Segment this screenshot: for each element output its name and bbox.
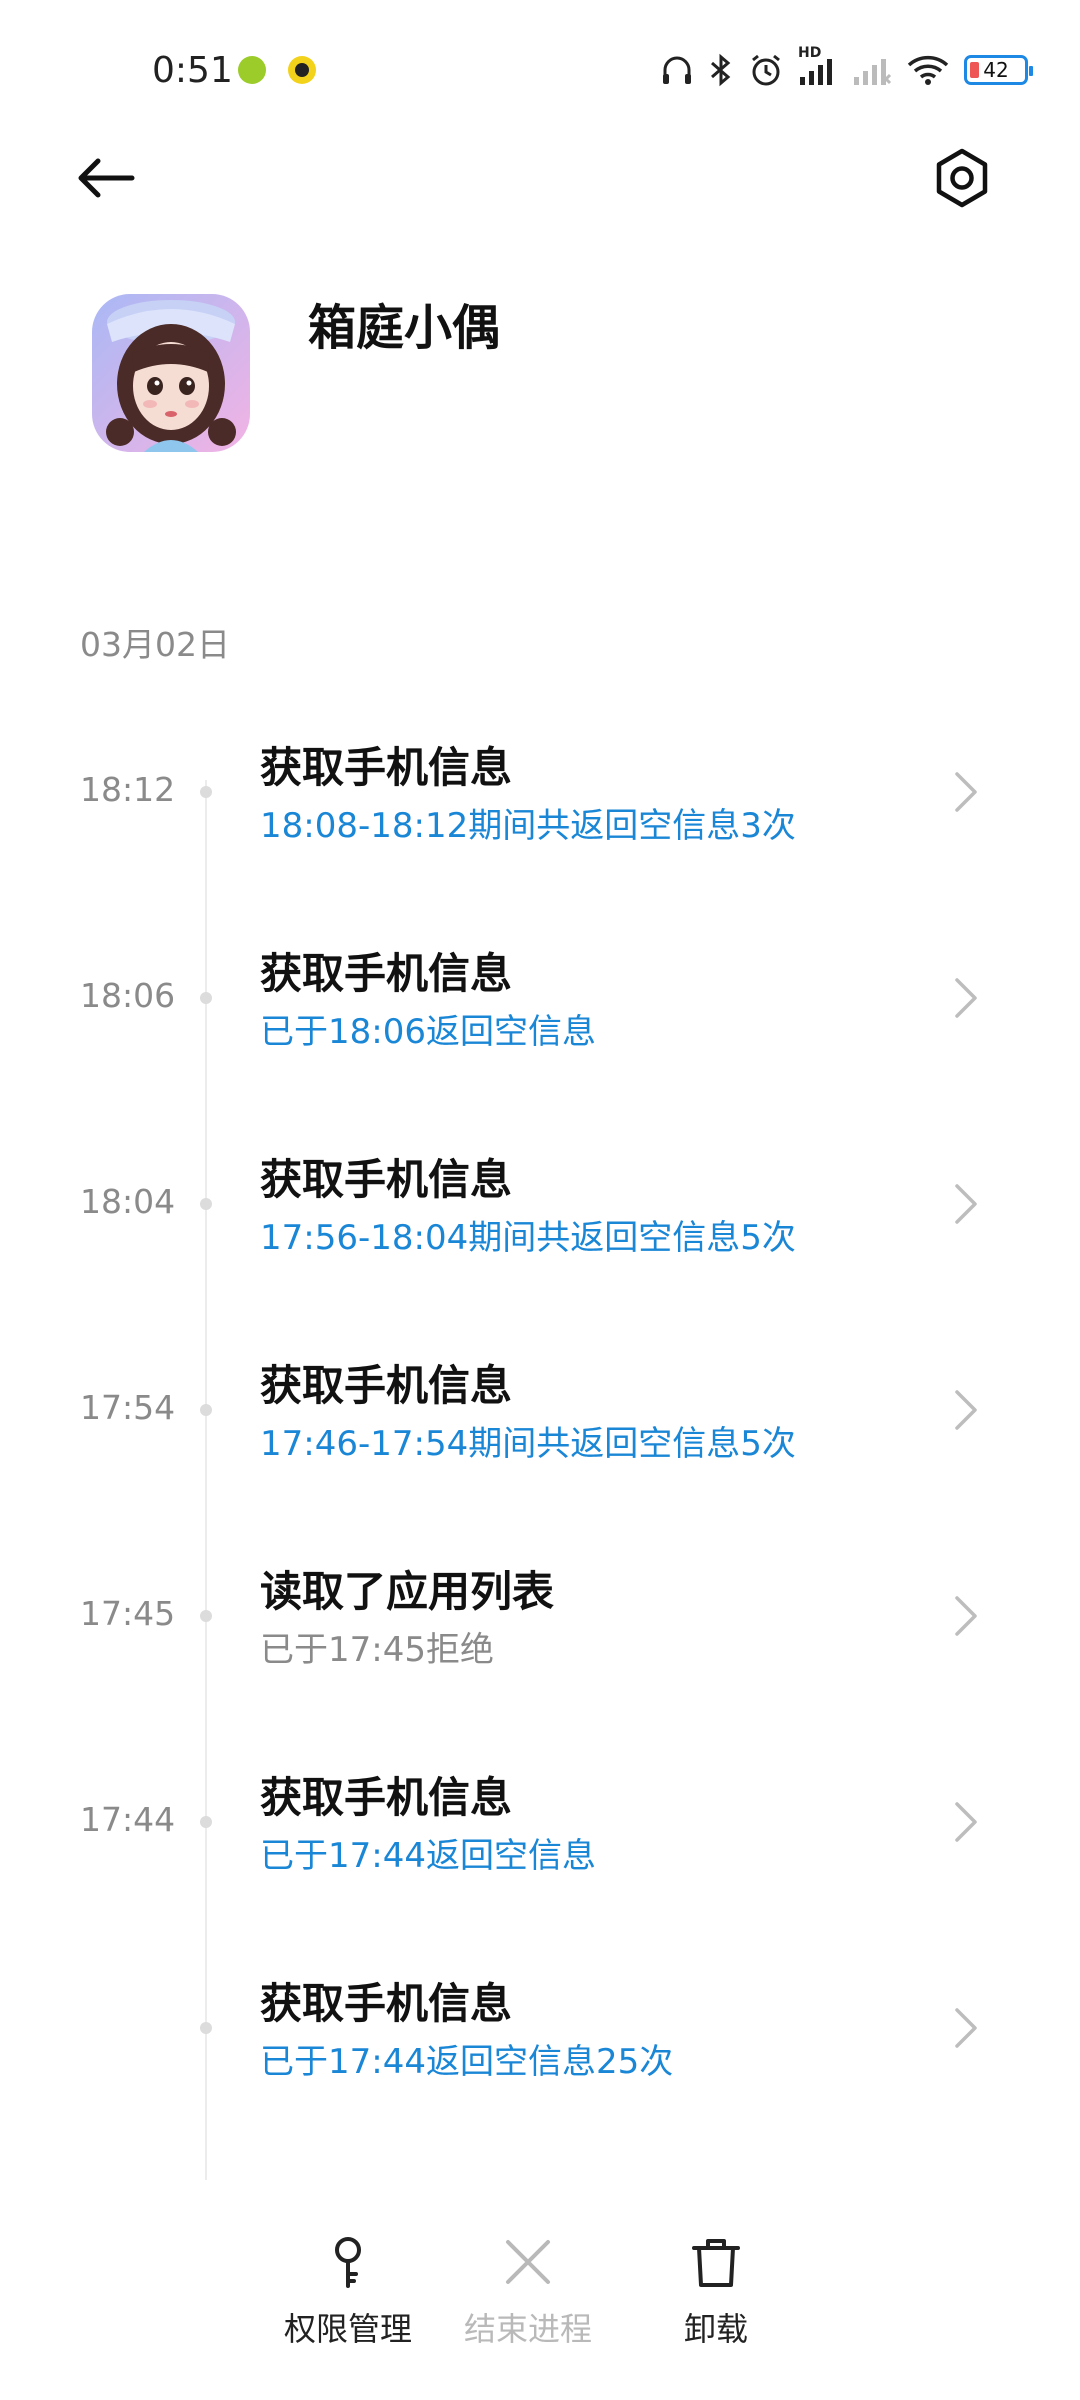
chevron-right-icon bbox=[955, 978, 977, 1018]
timeline-dot bbox=[200, 1610, 212, 1622]
chevron-right-icon bbox=[955, 772, 977, 812]
record-detail: 已于17:45拒绝 bbox=[260, 1630, 494, 1670]
uninstall-label: 卸载 bbox=[683, 2310, 748, 2348]
chevron-right-icon bbox=[955, 1390, 977, 1430]
notification-app-icon bbox=[238, 56, 266, 84]
record-title: 读取了应用列表 bbox=[260, 1567, 555, 1616]
record-time: 18:04 bbox=[80, 1182, 176, 1221]
record-time: 17:44 bbox=[80, 1800, 176, 1839]
hexagon-settings-icon bbox=[936, 148, 988, 208]
record-time: 18:06 bbox=[80, 976, 176, 1015]
hd-label: HD bbox=[798, 45, 822, 61]
record-detail: 已于17:44返回空信息 bbox=[260, 1836, 596, 1876]
end-process-label: 结束进程 bbox=[463, 2310, 592, 2348]
wifi-icon bbox=[906, 53, 950, 87]
list-item[interactable]: 17:44 获取手机信息 已于17:44返回空信息 bbox=[0, 1724, 1080, 1930]
record-title: 获取手机信息 bbox=[260, 1773, 513, 1822]
back-button[interactable] bbox=[76, 146, 140, 210]
permissions-label: 权限管理 bbox=[283, 2310, 412, 2348]
signal-hd-icon: HD bbox=[798, 45, 838, 87]
list-item[interactable]: 获取手机信息 已于17:44返回空信息25次 bbox=[0, 1930, 1080, 2136]
uninstall-button[interactable]: 卸载 bbox=[626, 2234, 806, 2384]
chevron-right-icon bbox=[955, 1596, 977, 1636]
record-time: 17:54 bbox=[80, 1388, 176, 1427]
notification-app-icon bbox=[288, 56, 316, 84]
arrow-left-icon bbox=[78, 158, 135, 198]
timeline-dot bbox=[200, 1816, 212, 1828]
timeline-dot bbox=[200, 2022, 212, 2034]
timeline-dot bbox=[200, 1404, 212, 1416]
close-icon bbox=[506, 2240, 550, 2284]
list-item[interactable]: 18:04 获取手机信息 17:56-18:04期间共返回空信息5次 bbox=[0, 1106, 1080, 1312]
battery-icon: 42 bbox=[964, 55, 1033, 85]
list-item[interactable]: 17:54 获取手机信息 17:46-17:54期间共返回空信息5次 bbox=[0, 1312, 1080, 1518]
status-bar: 0:51 HD 42 bbox=[0, 0, 1080, 140]
settings-button[interactable] bbox=[930, 146, 994, 210]
battery-level: 42 bbox=[983, 58, 1009, 82]
timeline-dot bbox=[200, 992, 212, 1004]
record-title: 获取手机信息 bbox=[260, 949, 513, 998]
app-name: 箱庭小偶 bbox=[308, 300, 501, 356]
record-title: 获取手机信息 bbox=[260, 1361, 513, 1410]
status-time: 0:51 bbox=[152, 50, 233, 91]
permissions-button[interactable]: 权限管理 bbox=[258, 2234, 438, 2384]
chevron-right-icon bbox=[955, 1802, 977, 1842]
timeline-dot bbox=[200, 1198, 212, 1210]
end-process-button[interactable]: 结束进程 bbox=[438, 2234, 618, 2384]
list-item[interactable]: 18:12 获取手机信息 18:08-18:12期间共返回空信息3次 bbox=[0, 694, 1080, 900]
bluetooth-icon bbox=[708, 53, 734, 87]
record-detail: 已于18:06返回空信息 bbox=[260, 1012, 596, 1052]
trash-icon bbox=[692, 2239, 740, 2287]
record-title: 获取手机信息 bbox=[260, 743, 513, 792]
record-detail: 17:46-17:54期间共返回空信息5次 bbox=[260, 1424, 796, 1464]
key-icon bbox=[335, 2237, 361, 2288]
record-detail: 18:08-18:12期间共返回空信息3次 bbox=[260, 806, 796, 846]
record-time: 17:45 bbox=[80, 1594, 176, 1633]
record-title: 获取手机信息 bbox=[260, 1979, 513, 2028]
record-time: 18:12 bbox=[80, 770, 176, 809]
record-detail: 已于17:44返回空信息25次 bbox=[260, 2042, 674, 2082]
timeline-dot bbox=[200, 786, 212, 798]
list-item[interactable]: 18:06 获取手机信息 已于18:06返回空信息 bbox=[0, 900, 1080, 1106]
chevron-right-icon bbox=[955, 1184, 977, 1224]
list-item[interactable]: 17:45 读取了应用列表 已于17:45拒绝 bbox=[0, 1518, 1080, 1724]
signal-icon bbox=[852, 53, 892, 87]
record-detail: 17:56-18:04期间共返回空信息5次 bbox=[260, 1218, 796, 1258]
app-icon bbox=[92, 294, 250, 452]
status-icons: HD 42 bbox=[660, 45, 1033, 92]
bottom-action-bar: 权限管理 结束进程 卸载 bbox=[0, 2180, 1080, 2400]
date-label: 03月02日 bbox=[80, 625, 230, 664]
alarm-icon bbox=[748, 52, 784, 88]
headphone-icon bbox=[660, 53, 694, 87]
record-title: 获取手机信息 bbox=[260, 1155, 513, 1204]
chevron-right-icon bbox=[955, 2008, 977, 2048]
